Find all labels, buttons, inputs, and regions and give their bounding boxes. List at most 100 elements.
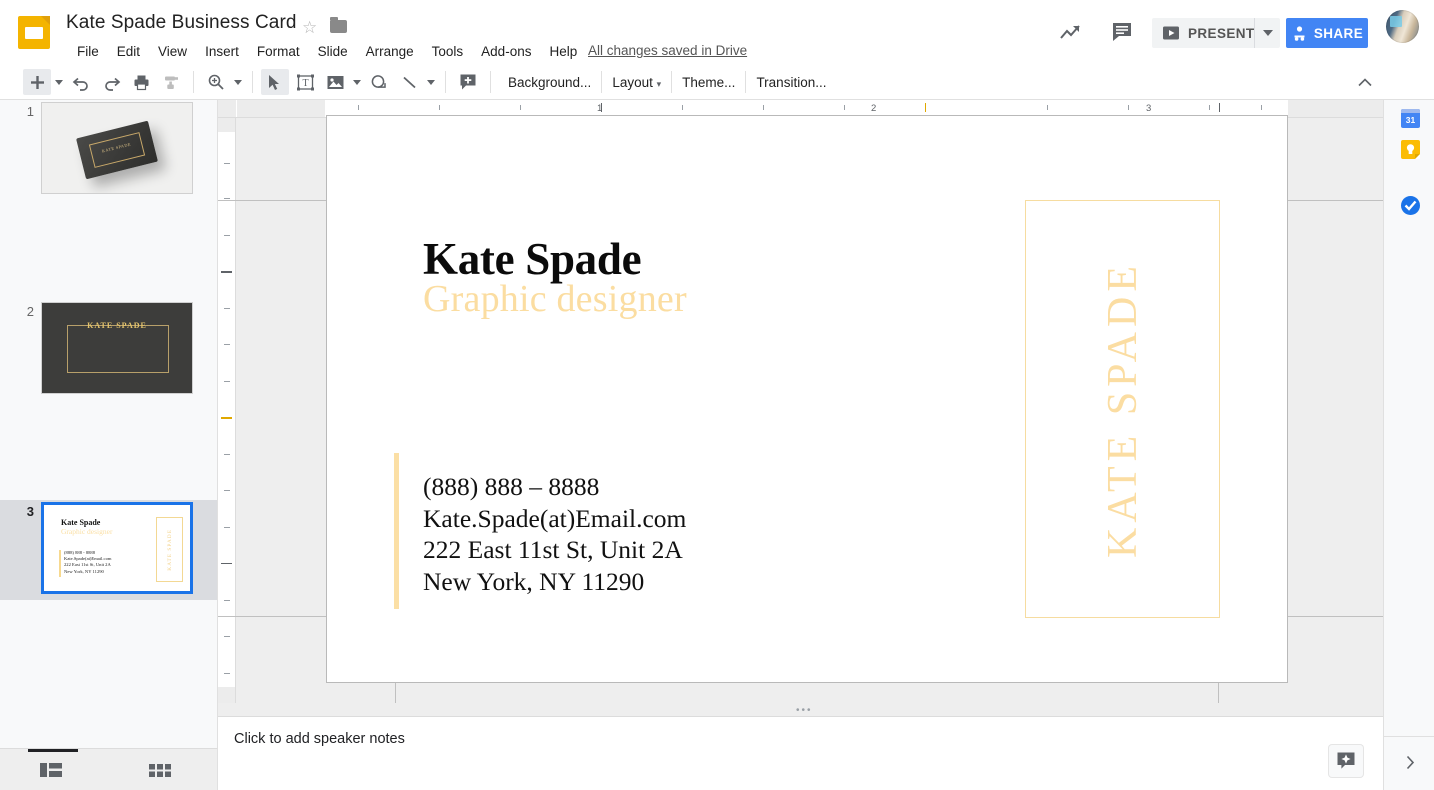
menu-format[interactable]: Format	[248, 40, 309, 64]
present-button[interactable]: PRESENT	[1152, 18, 1269, 48]
add-comment-icon	[459, 73, 477, 91]
thumb-vertical-text: KATE SPADE	[167, 529, 173, 571]
activity-dashboard-icon[interactable]	[1058, 21, 1084, 43]
app-header: Kate Spade Business Card ☆ File Edit Vie…	[0, 0, 1434, 65]
select-tool-button[interactable]	[261, 69, 289, 95]
new-slide-dropdown[interactable]	[52, 69, 66, 95]
background-button[interactable]: Background...	[498, 71, 601, 94]
thumb-name: Kate Spade	[61, 518, 100, 527]
menu-view[interactable]: View	[149, 40, 196, 64]
image-dropdown[interactable]	[350, 69, 364, 95]
save-status-link[interactable]: All changes saved in Drive	[588, 43, 747, 58]
slide-thumbnail[interactable]: KATE SPADE	[41, 302, 193, 394]
ruler-number: 3	[1146, 103, 1151, 114]
side-panel-rail: 31	[1383, 100, 1434, 790]
filmstrip-view-icon[interactable]	[38, 759, 64, 781]
menu-insert[interactable]: Insert	[196, 40, 248, 64]
play-icon	[1162, 24, 1180, 42]
view-mode-bar	[0, 748, 218, 790]
speaker-notes-pane[interactable]: Click to add speaker notes	[218, 717, 1383, 790]
undo-button[interactable]	[67, 69, 95, 95]
grid-view-icon[interactable]	[147, 759, 173, 781]
menu-slide[interactable]: Slide	[309, 40, 357, 64]
menu-edit[interactable]: Edit	[108, 40, 149, 64]
print-button[interactable]	[127, 69, 155, 95]
slide-number: 3	[14, 504, 34, 519]
folder-icon[interactable]	[330, 20, 347, 33]
slide-title: KATE SPADE	[42, 321, 192, 330]
menu-arrange[interactable]: Arrange	[357, 40, 423, 64]
explore-sparkle-icon	[1336, 751, 1356, 771]
slide-vertical-text[interactable]: KATE SPADE	[1099, 261, 1147, 558]
document-title[interactable]: Kate Spade Business Card	[66, 12, 297, 34]
present-options-dropdown[interactable]	[1254, 18, 1280, 48]
text-box-button[interactable]: T	[291, 69, 319, 95]
paint-format-button[interactable]	[157, 69, 185, 95]
avatar[interactable]	[1386, 10, 1419, 43]
google-calendar-icon[interactable]: 31	[1401, 109, 1420, 128]
notes-resize-handle[interactable]: •••	[218, 703, 1383, 717]
google-slides-window: Kate Spade Business Card ☆ File Edit Vie…	[0, 0, 1434, 790]
slide-thumbnail[interactable]: Kate Spade Graphic designer (888) 888 - …	[41, 502, 193, 594]
paint-roller-icon	[163, 74, 180, 91]
chevron-down-icon	[234, 80, 242, 85]
text-box-icon: T	[297, 74, 314, 91]
shape-button[interactable]	[365, 69, 393, 95]
add-comment-button[interactable]	[454, 69, 482, 95]
line-icon	[401, 74, 418, 91]
chevron-down-icon	[427, 80, 435, 85]
chevron-down-icon: ▾	[657, 79, 662, 89]
thumb-gold-bar	[59, 550, 61, 577]
cursor-arrow-icon	[267, 74, 283, 91]
redo-button[interactable]	[97, 69, 125, 95]
collapse-toolbar-button[interactable]	[1352, 70, 1378, 95]
menu-addons[interactable]: Add-ons	[472, 40, 540, 64]
layout-button[interactable]: Layout ▾	[602, 71, 671, 94]
zoom-button[interactable]	[202, 69, 230, 95]
slide-number: 2	[14, 304, 34, 319]
plus-icon	[29, 74, 46, 91]
google-tasks-icon[interactable]	[1401, 196, 1420, 215]
slide-thumbnail[interactable]: KATE SPADE	[41, 102, 193, 194]
calendar-day-number: 31	[1401, 115, 1420, 126]
svg-text:T: T	[302, 78, 308, 89]
filmstrip-slide-3[interactable]: 3 Kate Spade Graphic designer (888) 888 …	[0, 500, 218, 600]
filmstrip-slide-1[interactable]: 1 KATE SPADE	[0, 100, 218, 200]
theme-button[interactable]: Theme...	[672, 71, 745, 94]
image-icon	[327, 75, 344, 90]
slide-contact-text[interactable]: (888) 888 – 8888 Kate.Spade(at)Email.com…	[423, 471, 686, 597]
slide-role-text[interactable]: Graphic designer	[423, 277, 687, 321]
ruler-number: 1	[597, 103, 602, 114]
slide-filmstrip[interactable]: 1 KATE SPADE 2 KATE SPADE 3 Kate Spade G…	[0, 100, 218, 748]
comment-icon[interactable]	[1110, 20, 1134, 43]
expand-panel-chevron-right-icon[interactable]	[1400, 752, 1420, 772]
line-button[interactable]	[395, 69, 423, 95]
rail-divider	[1384, 736, 1434, 737]
ruler-number: 2	[871, 103, 876, 114]
explore-button[interactable]	[1329, 745, 1363, 777]
menu-tools[interactable]: Tools	[423, 40, 473, 64]
menu-bar: File Edit View Insert Format Slide Arran…	[68, 40, 586, 64]
present-label: PRESENT	[1188, 26, 1255, 41]
share-label: SHARE	[1314, 26, 1363, 41]
google-keep-icon[interactable]	[1401, 140, 1420, 159]
main-toolbar: T Background... Layout ▾ Theme... Transi…	[0, 65, 1434, 100]
active-slide[interactable]: Kate Spade Graphic designer (888) 888 – …	[326, 115, 1288, 683]
menu-file[interactable]: File	[68, 40, 108, 64]
insert-image-button[interactable]	[321, 69, 349, 95]
magnifier-plus-icon	[207, 73, 225, 91]
new-slide-button[interactable]	[23, 69, 51, 95]
thumb-role: Graphic designer	[61, 527, 112, 536]
filmstrip-slide-2[interactable]: 2 KATE SPADE	[0, 300, 218, 400]
menu-help[interactable]: Help	[540, 40, 586, 64]
slide-editor-canvas-area[interactable]: 1 2 3	[218, 100, 1383, 703]
transition-button[interactable]: Transition...	[746, 71, 836, 94]
layout-label: Layout	[612, 75, 653, 90]
gold-accent-bar[interactable]	[394, 453, 399, 609]
zoom-dropdown[interactable]	[231, 69, 245, 95]
star-icon[interactable]: ☆	[302, 19, 319, 36]
speaker-notes-placeholder: Click to add speaker notes	[234, 731, 405, 747]
share-button[interactable]: SHARE	[1286, 18, 1368, 48]
card-label: KATE SPADE	[80, 136, 153, 159]
line-dropdown[interactable]	[424, 69, 438, 95]
